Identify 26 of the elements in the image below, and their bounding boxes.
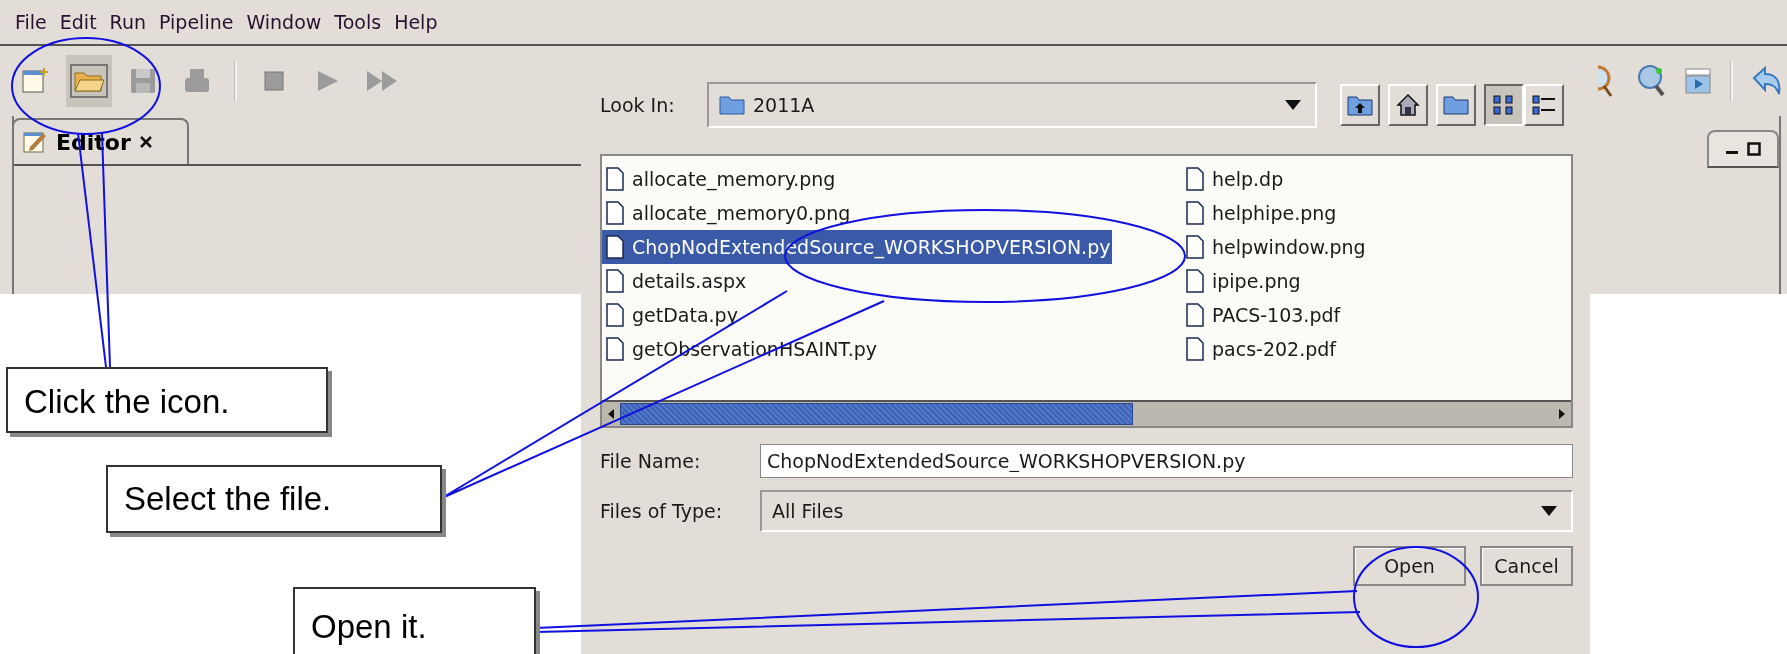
menu-item[interactable]: Run [109, 11, 147, 33]
menu-item[interactable]: Pipeline [159, 11, 234, 33]
file-list-item[interactable]: help.dp [1182, 162, 1286, 196]
menu-item[interactable]: Window [246, 11, 322, 33]
file-list-item[interactable]: allocate_memory0.png [602, 196, 853, 230]
file-name-label: File Name: [600, 450, 702, 472]
menu-item[interactable]: Edit [59, 11, 97, 33]
menu-item[interactable]: Help [394, 11, 438, 33]
file-list-item[interactable]: details.aspx [602, 264, 749, 298]
look-in-label: Look In: [600, 94, 676, 116]
look-in-dropdown[interactable]: 2011A [707, 82, 1317, 128]
file-list-item[interactable]: allocate_memory.png [602, 162, 838, 196]
file-list-item[interactable]: ChopNodExtendedSource_WORKSHOPVERSION.py [602, 230, 1113, 264]
menu-item[interactable]: Tools [334, 11, 382, 33]
file-list-item[interactable]: ipipe.png [1182, 264, 1303, 298]
file-list-item[interactable]: getData.py [602, 298, 740, 332]
file-list-item[interactable]: helphipe.png [1182, 196, 1339, 230]
cancel-button[interactable]: Cancel [1480, 546, 1573, 586]
open-button[interactable]: Open [1353, 546, 1466, 586]
menu-item[interactable]: File [15, 11, 47, 33]
file-list-item[interactable]: pacs-202.pdf [1182, 332, 1339, 366]
file-list-item[interactable]: helpwindow.png [1182, 230, 1368, 264]
file-name-field[interactable]: ChopNodExtendedSource_WORKSHOPVERSION.py [760, 444, 1573, 478]
file-type-label: Files of Type: [600, 500, 724, 522]
file-type-dropdown[interactable]: All Files [760, 490, 1573, 532]
file-list-item[interactable]: PACS-103.pdf [1182, 298, 1343, 332]
